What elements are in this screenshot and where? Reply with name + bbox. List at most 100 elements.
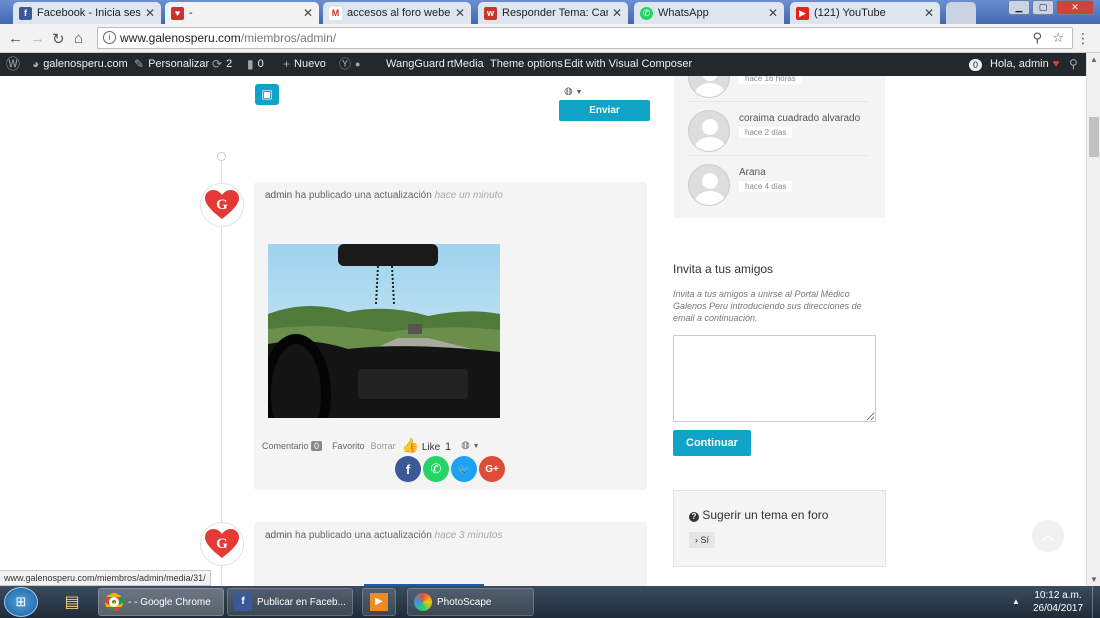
comment-link[interactable]: Comentario 0 bbox=[262, 440, 323, 451]
share-whatsapp-button[interactable]: ✆ bbox=[423, 456, 449, 482]
post-time[interactable]: hace 3 minutos bbox=[435, 530, 503, 541]
wp-logo-icon[interactable]: Ⓦ bbox=[6, 53, 20, 76]
facebook-icon: f bbox=[405, 461, 411, 477]
favorite-link[interactable]: Favorito bbox=[332, 441, 365, 451]
start-button[interactable]: ⊞ bbox=[4, 587, 38, 617]
maximize-icon[interactable]: ▢ bbox=[1032, 0, 1054, 15]
minimize-icon[interactable]: ▁ bbox=[1008, 0, 1030, 15]
site-w-icon: w bbox=[484, 6, 497, 20]
back-arrow-icon[interactable]: ← bbox=[8, 30, 23, 47]
taskbar-photoscape[interactable]: PhotoScape bbox=[407, 588, 534, 616]
zoom-icon[interactable]: ⚲ bbox=[1032, 28, 1042, 48]
url-input[interactable]: i www.galenosperu.com/miembros/admin/ ⚲ … bbox=[97, 27, 1073, 49]
share-facebook-button[interactable]: f bbox=[395, 456, 421, 482]
close-tab-icon[interactable]: ✕ bbox=[612, 6, 622, 20]
list-item[interactable]: Arana hace 4 días bbox=[688, 158, 868, 210]
forward-arrow-icon[interactable]: → bbox=[30, 30, 45, 47]
share-googleplus-button[interactable]: G+ bbox=[479, 456, 505, 482]
whatsapp-icon: ✆ bbox=[640, 6, 653, 20]
suggest-yes-button[interactable]: › Sí bbox=[689, 532, 716, 548]
wp-comments-link[interactable]: ▮ 0 bbox=[247, 53, 264, 76]
clock-date: 26/04/2017 bbox=[1032, 603, 1084, 614]
chevron-down-icon: ▼ bbox=[472, 443, 480, 450]
close-tab-icon[interactable]: ✕ bbox=[455, 6, 465, 20]
tab-responder[interactable]: w Responder Tema: Cambi ✕ bbox=[478, 2, 628, 24]
wp-visual-composer-link[interactable]: Edit with Visual Composer bbox=[564, 53, 692, 76]
post-time[interactable]: hace un minuto bbox=[435, 190, 503, 201]
delete-link[interactable]: Borrar bbox=[371, 441, 396, 451]
scrollbar-thumb[interactable] bbox=[1089, 117, 1099, 157]
page-scrollbar[interactable]: ▲ ▼ bbox=[1086, 53, 1100, 586]
close-tab-icon[interactable]: ✕ bbox=[768, 6, 778, 20]
tab-current[interactable]: ♥ - ✕ bbox=[165, 2, 319, 24]
google-plus-icon: G+ bbox=[485, 463, 499, 475]
list-item[interactable]: coraima cuadrado alvarado hace 2 días bbox=[688, 104, 868, 156]
rtmedia-label: rtMedia bbox=[447, 58, 484, 70]
scroll-up-icon[interactable]: ▲ bbox=[1090, 55, 1098, 64]
privacy-selector[interactable]: ◍ ▼ bbox=[564, 86, 582, 97]
scroll-down-icon[interactable]: ▼ bbox=[1090, 575, 1098, 584]
privacy-selector[interactable]: ◍ ▼ bbox=[461, 440, 479, 451]
media-upload-button[interactable]: ▣ bbox=[255, 84, 279, 105]
wp-customize-link[interactable]: ✎ Personalizar bbox=[134, 53, 209, 76]
wp-notifications[interactable]: 0 bbox=[969, 53, 983, 76]
wp-yoast-link[interactable]: Ⓨ ● bbox=[339, 53, 360, 76]
like-count: 1 bbox=[444, 441, 452, 453]
show-desktop-button[interactable] bbox=[1092, 586, 1100, 618]
tab-title: Facebook - Inicia sesión o bbox=[37, 7, 141, 19]
member-time: hace 2 días bbox=[739, 127, 793, 138]
wp-theme-options-link[interactable]: Theme options bbox=[490, 53, 563, 76]
tab-gmail[interactable]: M accesos al foro webempre ✕ bbox=[323, 2, 471, 24]
taskbar-explorer[interactable]: ▤ bbox=[57, 588, 87, 616]
like-button[interactable]: 👍 Like 1 bbox=[402, 437, 451, 454]
avatar[interactable]: G bbox=[200, 522, 244, 566]
share-twitter-button[interactable]: 🐦 bbox=[451, 456, 477, 482]
tab-facebook[interactable]: f Facebook - Inicia sesión o ✕ bbox=[13, 2, 161, 24]
tab-whatsapp[interactable]: ✆ WhatsApp ✕ bbox=[634, 2, 784, 24]
wp-search-icon[interactable]: ⚲ bbox=[1069, 53, 1078, 76]
bookmark-star-icon[interactable]: ☆ bbox=[1052, 28, 1064, 48]
theme-options-label: Theme options bbox=[490, 58, 563, 70]
tray-expand-icon[interactable]: ▲ bbox=[1012, 597, 1020, 606]
tab-title: accesos al foro webempre bbox=[347, 7, 451, 19]
reload-icon[interactable]: ↻ bbox=[52, 30, 65, 48]
twitter-icon: 🐦 bbox=[457, 463, 471, 476]
post-photo[interactable] bbox=[268, 244, 500, 418]
suggest-topic-heading: ? Sugerir un tema en foro bbox=[689, 508, 828, 522]
close-tab-icon[interactable]: ✕ bbox=[924, 6, 934, 20]
wp-admin-bar: Ⓦ ◕ galenosperu.com ✎ Personalizar ⟳ 2 ▮ 0 +… bbox=[0, 53, 1086, 76]
wp-updates-link[interactable]: ⟳ 2 bbox=[212, 53, 232, 76]
info-icon[interactable]: i bbox=[103, 31, 116, 44]
chrome-menu-icon[interactable]: ⋮ bbox=[1076, 30, 1090, 47]
taskbar-chrome[interactable]: - - Google Chrome bbox=[98, 588, 224, 616]
taskbar-label: PhotoScape bbox=[437, 596, 492, 608]
wp-site-link[interactable]: ◕ galenosperu.com bbox=[32, 53, 128, 76]
invite-emails-textarea[interactable] bbox=[673, 335, 876, 422]
member-time: hace 16 horas bbox=[739, 76, 802, 84]
post-author[interactable]: admin bbox=[265, 190, 292, 201]
new-tab-button[interactable] bbox=[946, 2, 976, 24]
submit-update-button[interactable]: Enviar actualización bbox=[559, 100, 650, 137]
avatar[interactable]: G bbox=[200, 183, 244, 227]
wp-wangguard-link[interactable]: WangGuard bbox=[386, 53, 445, 76]
status-url-tooltip: www.galenosperu.com/miembros/admin/media… bbox=[0, 570, 211, 586]
member-name[interactable]: Arana bbox=[739, 167, 766, 178]
post-author[interactable]: admin bbox=[265, 530, 292, 541]
wp-rtmedia-link[interactable]: rtMedia bbox=[447, 53, 484, 76]
car-dashboard-image bbox=[268, 244, 500, 418]
wp-new-link[interactable]: + Nuevo bbox=[283, 53, 326, 76]
taskbar-media-player[interactable]: ▶ bbox=[362, 588, 396, 616]
member-name[interactable]: coraima cuadrado alvarado bbox=[739, 113, 860, 124]
taskbar-facebook[interactable]: f Publicar en Faceb... bbox=[227, 588, 353, 616]
post-header: admin ha publicado una actualización hac… bbox=[265, 190, 503, 201]
tab-youtube[interactable]: ▶ (121) YouTube ✕ bbox=[790, 2, 940, 24]
back-to-top-button[interactable]: ︿ bbox=[1032, 520, 1064, 552]
continue-button[interactable]: Continuar bbox=[673, 430, 751, 456]
close-tab-icon[interactable]: ✕ bbox=[145, 6, 155, 20]
list-item[interactable]: hace 16 horas bbox=[688, 76, 868, 102]
home-icon[interactable]: ⌂ bbox=[74, 30, 83, 47]
system-clock[interactable]: 10:12 a.m. 26/04/2017 bbox=[1030, 589, 1086, 615]
wp-account-menu[interactable]: Hola, admin ♥ bbox=[990, 53, 1059, 76]
close-window-icon[interactable]: ✕ bbox=[1056, 0, 1094, 15]
close-tab-icon[interactable]: ✕ bbox=[303, 6, 313, 20]
